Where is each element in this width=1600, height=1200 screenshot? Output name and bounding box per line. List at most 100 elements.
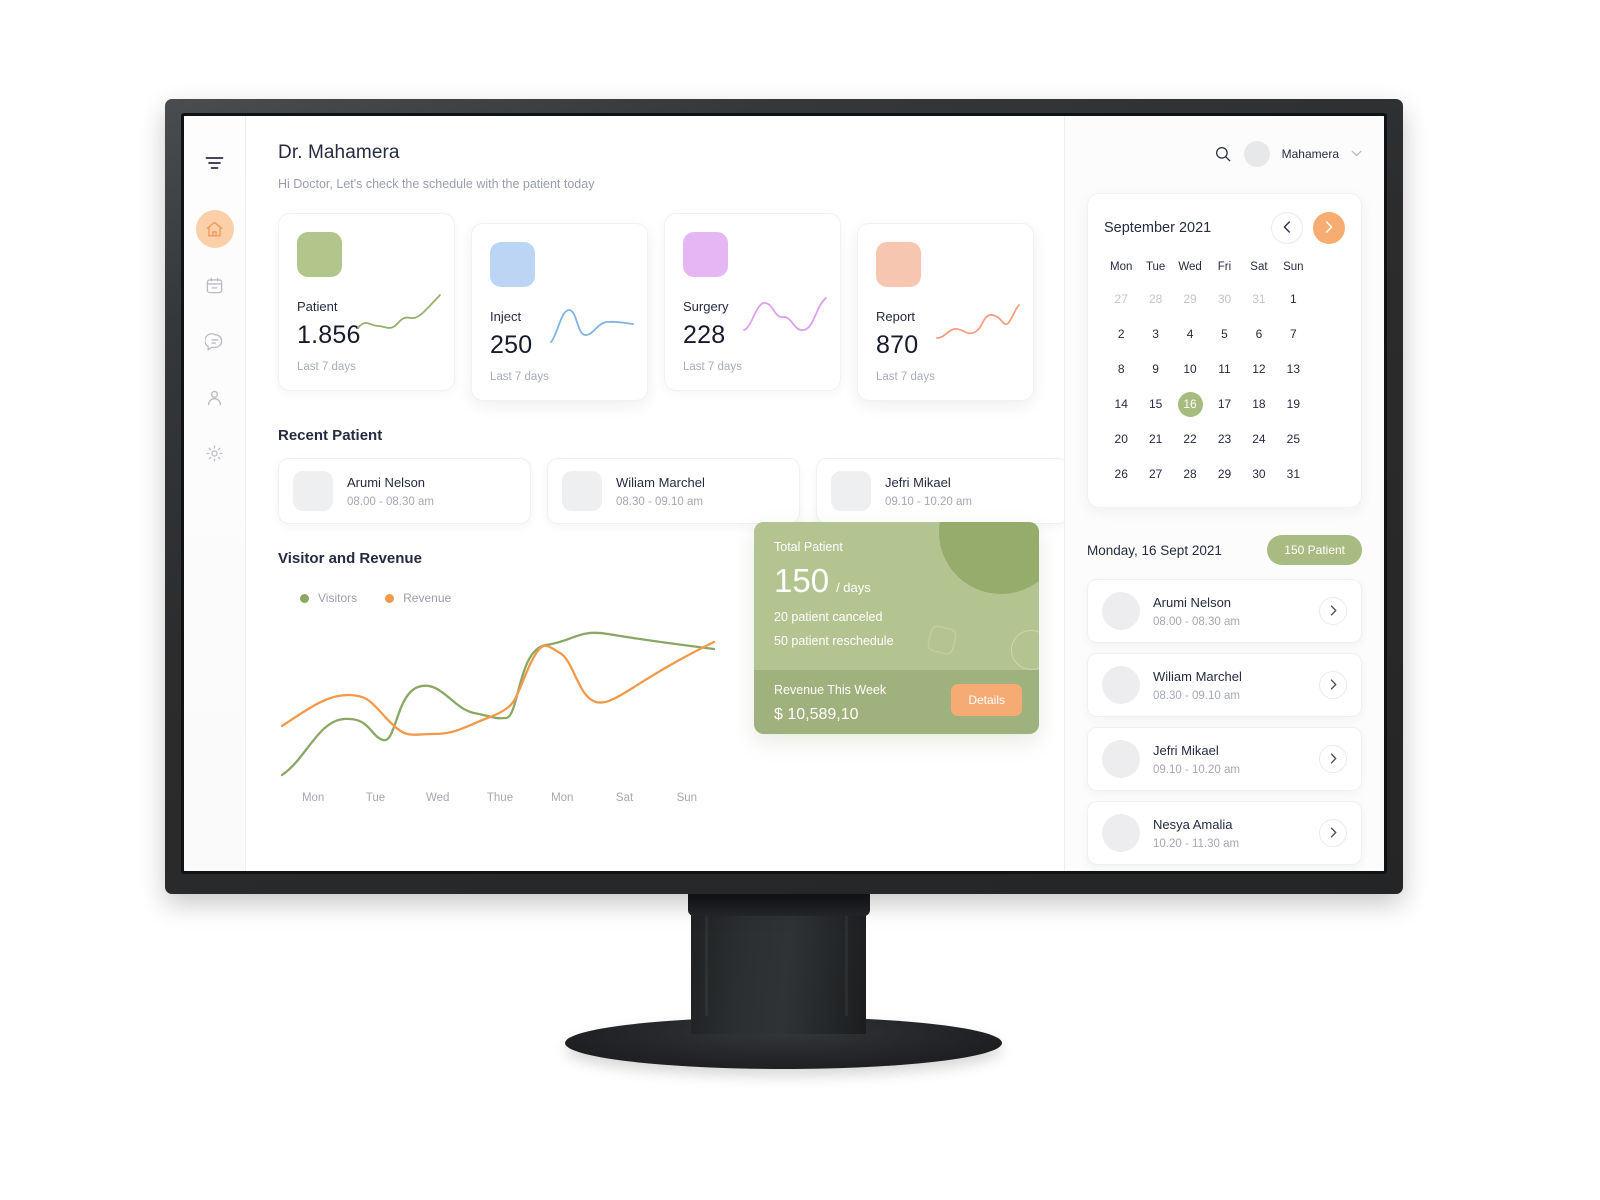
appointment-body: Nesya Amalia 10.20 - 11.30 am xyxy=(1153,817,1306,850)
calendar-day[interactable]: 9 xyxy=(1138,357,1172,382)
calendar-day[interactable]: 14 xyxy=(1104,392,1138,417)
sidebar-item-menu[interactable] xyxy=(196,144,234,182)
stat-footer: Last 7 days xyxy=(876,371,935,383)
recent-patient-row: Arumi Nelson 08.00 - 08.30 am Wiliam Mar… xyxy=(278,458,1064,524)
visitor-revenue-title: Visitor and Revenue xyxy=(278,550,422,567)
appointment-open-button[interactable] xyxy=(1319,819,1347,847)
sidebar-item-settings[interactable] xyxy=(196,434,234,472)
day-title: Monday, 16 Sept 2021 xyxy=(1087,542,1222,558)
appointment-card[interactable]: Wiliam Marchel 08.30 - 09.10 am xyxy=(1087,653,1362,717)
calendar-day[interactable]: 5 xyxy=(1207,322,1241,347)
appointment-body: Arumi Nelson 08.00 - 08.30 am xyxy=(1153,595,1306,628)
appointment-name: Wiliam Marchel xyxy=(1153,668,1242,684)
calendar-day[interactable]: 26 xyxy=(1104,462,1138,487)
calendar-day[interactable]: 30 xyxy=(1207,287,1241,312)
x-tick: Mon xyxy=(551,792,574,804)
calendar-day[interactable]: 24 xyxy=(1242,427,1276,452)
stat-cards-row: Patient 1.856 Last 7 days Inject 250 Las… xyxy=(278,213,1034,401)
calendar-day[interactable]: 15 xyxy=(1138,392,1172,417)
screen: Dr. Mahamera Hi Doctor, Let's check the … xyxy=(184,116,1384,871)
calendar-day[interactable]: 31 xyxy=(1242,287,1276,312)
chevron-right-icon xyxy=(1330,678,1337,693)
calendar-day[interactable]: 2 xyxy=(1104,322,1138,347)
details-button[interactable]: Details xyxy=(951,684,1022,716)
calendar-day[interactable]: 27 xyxy=(1138,462,1172,487)
appointment-card[interactable]: Nesya Amalia 10.20 - 11.30 am xyxy=(1087,801,1362,865)
calendar-day[interactable]: 13 xyxy=(1276,357,1310,382)
calendar-day[interactable]: 29 xyxy=(1173,287,1207,312)
calendar-day[interactable]: 7 xyxy=(1276,322,1310,347)
calendar-day[interactable]: 11 xyxy=(1207,357,1241,382)
calendar-day[interactable]: 1 xyxy=(1276,287,1310,312)
patient-name: Arumi Nelson xyxy=(347,474,426,490)
sidebar-item-profile[interactable] xyxy=(196,378,234,416)
stat-card-inject[interactable]: Inject 250 Last 7 days xyxy=(471,223,648,401)
calendar-icon xyxy=(205,276,224,295)
recent-patient-card[interactable]: Wiliam Marchel 08.30 - 09.10 am xyxy=(547,458,800,524)
calendar-dow-spacer xyxy=(1311,261,1345,277)
sidebar-item-calendar[interactable] xyxy=(196,266,234,304)
avatar xyxy=(1102,814,1140,852)
avatar[interactable] xyxy=(1243,141,1270,167)
appointment-open-button[interactable] xyxy=(1319,597,1347,625)
calendar-next-button[interactable] xyxy=(1313,212,1345,244)
calendar-day[interactable]: 19 xyxy=(1276,392,1310,417)
chevron-right-icon xyxy=(1325,220,1333,236)
user-icon xyxy=(205,388,224,407)
chevron-down-icon[interactable] xyxy=(1351,148,1362,160)
appointment-open-button[interactable] xyxy=(1319,745,1347,773)
calendar-dow-sun: Sun xyxy=(1283,261,1304,273)
sidebar-item-messages[interactable] xyxy=(196,322,234,360)
sidebar xyxy=(184,116,246,871)
calendar-prev-button[interactable] xyxy=(1271,212,1303,244)
recent-patient-title: Recent Patient xyxy=(278,427,383,444)
chevron-left-icon xyxy=(1283,220,1291,236)
search-icon[interactable] xyxy=(1214,145,1232,163)
calendar-cell-spacer xyxy=(1311,462,1345,487)
home-icon xyxy=(205,220,224,239)
calendar-dow-fri: Fri xyxy=(1217,261,1232,273)
calendar-dow-sat: Sat xyxy=(1250,261,1268,273)
x-tick: Wed xyxy=(425,792,450,804)
chart-x-axis: Mon Tue Wed Thue Mon Sat Sun xyxy=(278,792,718,804)
main-content: Dr. Mahamera Hi Doctor, Let's check the … xyxy=(246,116,1064,871)
calendar-day[interactable]: 28 xyxy=(1138,287,1172,312)
appointment-open-button[interactable] xyxy=(1319,671,1347,699)
calendar-day[interactable]: 6 xyxy=(1242,322,1276,347)
calendar-day[interactable]: 10 xyxy=(1173,357,1207,382)
sparkline-chart xyxy=(357,294,441,329)
calendar-day[interactable]: 21 xyxy=(1138,427,1172,452)
calendar-day[interactable]: 25 xyxy=(1276,427,1310,452)
decorative-circle-small xyxy=(1011,630,1039,670)
calendar-day[interactable]: 3 xyxy=(1138,322,1172,347)
legend-label: Revenue xyxy=(403,591,452,605)
stat-card-patient[interactable]: Patient 1.856 Last 7 days xyxy=(278,213,455,391)
calendar-day[interactable]: 27 xyxy=(1104,287,1138,312)
calendar-day[interactable]: 8 xyxy=(1104,357,1138,382)
calendar-widget: September 2021 Mon Tue Wed Fri Sat Sun 2… xyxy=(1087,193,1362,508)
calendar-day[interactable]: 18 xyxy=(1242,392,1276,417)
monitor-scene: Dr. Mahamera Hi Doctor, Let's check the … xyxy=(0,0,1600,1200)
appointment-name: Arumi Nelson xyxy=(1153,594,1232,610)
recent-patient-card[interactable]: Arumi Nelson 08.00 - 08.30 am xyxy=(278,458,531,524)
appointment-card[interactable]: Arumi Nelson 08.00 - 08.30 am xyxy=(1087,579,1362,643)
calendar-day-selected[interactable]: 16 xyxy=(1177,392,1203,417)
calendar-day[interactable]: 23 xyxy=(1207,427,1241,452)
stat-card-surgery[interactable]: Surgery 228 Last 7 days xyxy=(664,213,841,391)
calendar-day[interactable]: 31 xyxy=(1276,462,1310,487)
appointment-list: Arumi Nelson 08.00 - 08.30 am Wiliam March… xyxy=(1087,579,1362,865)
calendar-day[interactable]: 28 xyxy=(1173,462,1207,487)
avatar xyxy=(1102,592,1140,630)
calendar-day[interactable]: 30 xyxy=(1242,462,1276,487)
calendar-day[interactable]: 20 xyxy=(1104,427,1138,452)
sidebar-item-home[interactable] xyxy=(195,210,234,248)
appointment-card[interactable]: Jefri Mikael 09.10 - 10.20 am xyxy=(1087,727,1362,791)
calendar-day[interactable]: 12 xyxy=(1242,357,1276,382)
user-name: Mahamera xyxy=(1281,147,1339,161)
calendar-day[interactable]: 22 xyxy=(1173,427,1207,452)
calendar-day[interactable]: 29 xyxy=(1207,462,1241,487)
calendar-day[interactable]: 4 xyxy=(1173,322,1207,347)
recent-patient-card[interactable]: Jefri Mikael 09.10 - 10.20 am xyxy=(816,458,1064,524)
calendar-day[interactable]: 17 xyxy=(1207,392,1241,417)
stat-card-report[interactable]: Report 870 Last 7 days xyxy=(857,223,1034,401)
